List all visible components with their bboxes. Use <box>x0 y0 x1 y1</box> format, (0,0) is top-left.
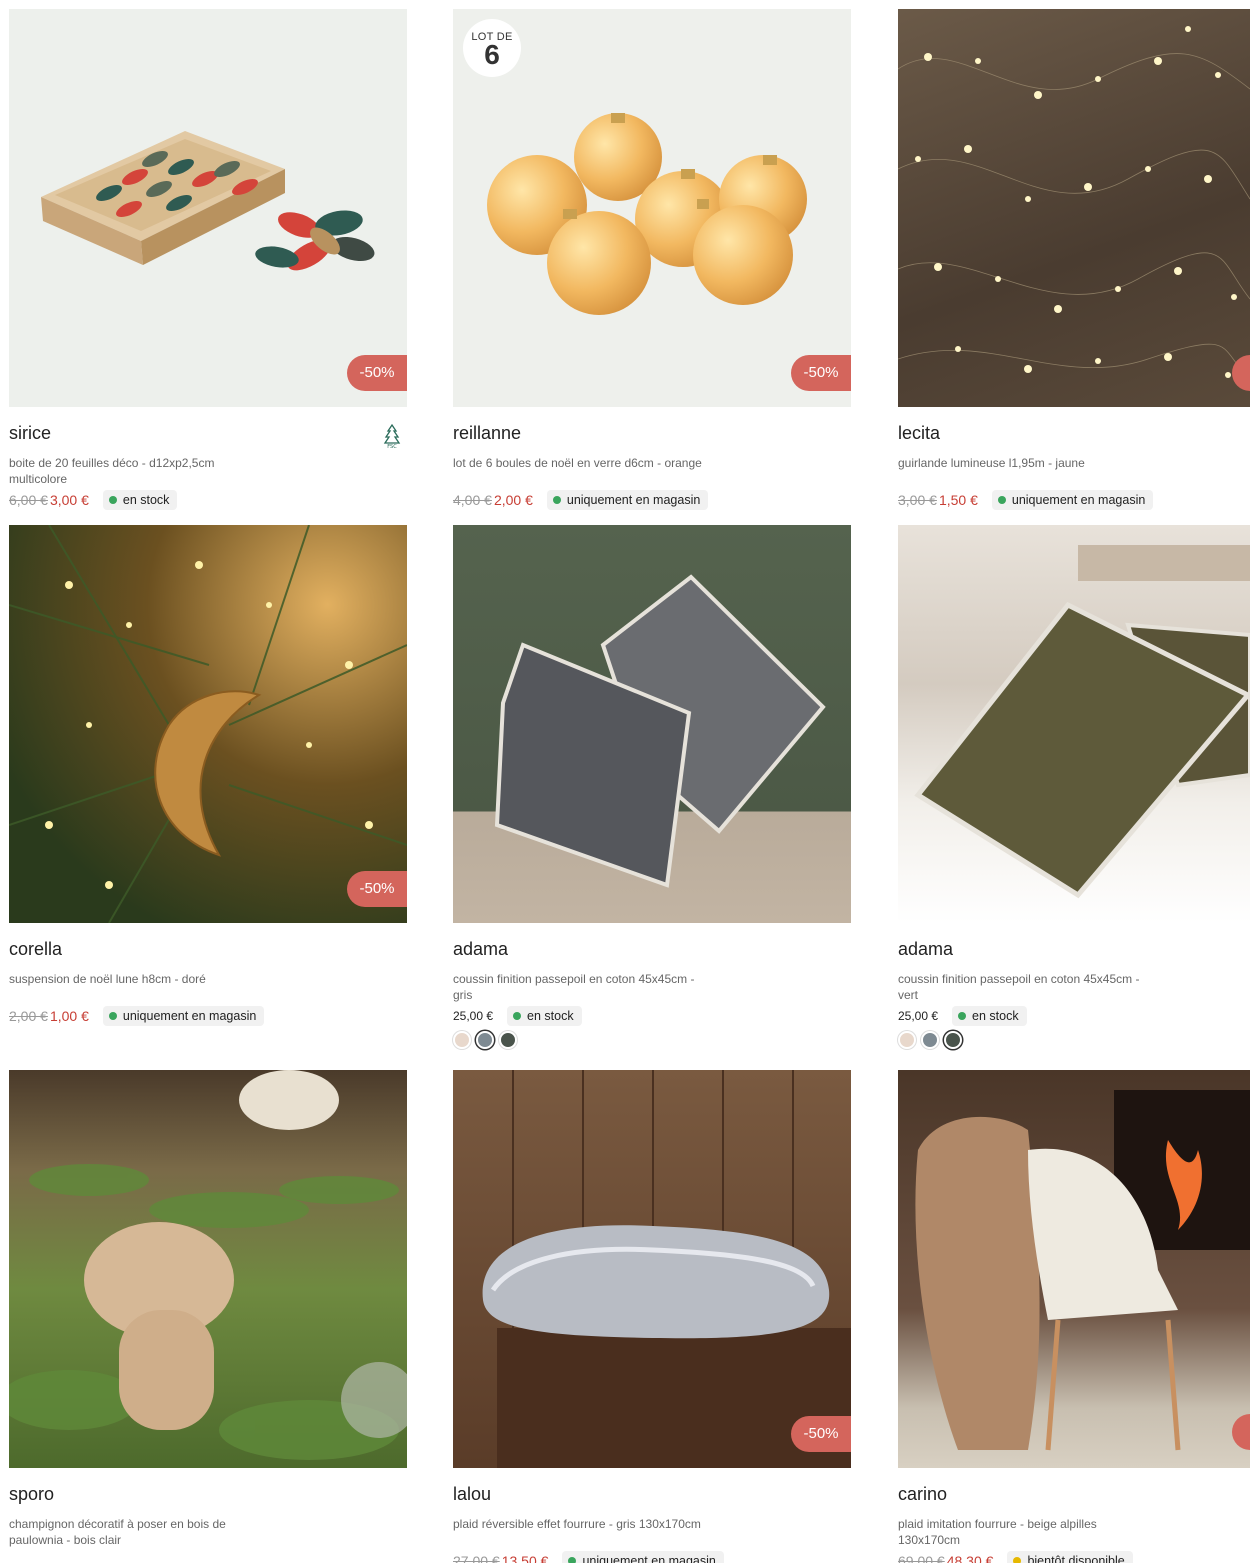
old-price: 2,00 € <box>9 1008 48 1024</box>
product-name[interactable]: carino <box>898 1484 947 1505</box>
product-card[interactable]: carino plaid imitation fourrure - beige … <box>898 1070 1250 1563</box>
stock-badge: bientôt disponible <box>1007 1551 1133 1563</box>
product-card[interactable]: -50% corella suspension de noël lune h8c… <box>9 525 407 1026</box>
folded-plaid-illustration <box>482 1070 851 1468</box>
svg-text:FSC: FSC <box>387 444 397 449</box>
product-name[interactable]: adama <box>898 939 953 960</box>
product-description: plaid imitation fourrure - beige alpille… <box>898 1517 1097 1547</box>
discount-badge: -50% <box>347 355 407 391</box>
stock-dot-icon <box>108 496 117 504</box>
price-row: 2,00 € 1,00 € uniquement en magasin <box>9 1005 265 1027</box>
fairy-lights-illustration <box>898 26 1250 380</box>
stock-dot-icon <box>552 496 561 504</box>
discount-badge: -50% <box>347 871 407 907</box>
ornaments-illustration <box>487 113 807 315</box>
sale-price: 48,30 € <box>946 1553 994 1563</box>
product-image[interactable]: -50% <box>453 1070 851 1468</box>
sale-price: 13,50 € <box>501 1553 549 1563</box>
product-card[interactable]: LOT DE 6 -50% reillanne lot de 6 boules … <box>453 9 851 510</box>
price-row: 3,00 € 1,50 € uniquement en magasin <box>898 489 1154 511</box>
stock-badge: uniquement en magasin <box>546 490 709 510</box>
product-description: lot de 6 boules de noël en verre d6cm - … <box>453 456 702 470</box>
price: 25,00 € <box>453 1009 494 1023</box>
product-description: plaid réversible effet fourrure - gris 1… <box>453 1517 701 1531</box>
discount-badge: -50% <box>791 1416 851 1452</box>
product-name[interactable]: lecita <box>898 423 940 444</box>
product-description: boite de 20 feuilles déco - d12xp2,5cm m… <box>9 456 215 486</box>
product-description: guirlande lumineuse l1,95m - jaune <box>898 456 1085 470</box>
mushroom-illustration <box>9 1070 407 1460</box>
product-name[interactable]: sirice <box>9 423 51 444</box>
swatch-beige[interactable] <box>898 1031 916 1049</box>
product-name[interactable]: sporo <box>9 1484 54 1505</box>
color-swatches <box>898 1031 967 1049</box>
old-price: 27,00 € <box>453 1553 500 1563</box>
sale-price: 3,00 € <box>49 492 89 508</box>
sale-price: 1,00 € <box>49 1008 89 1024</box>
price: 25,00 € <box>898 1009 939 1023</box>
fur-plaid-chair-illustration <box>915 1090 1250 1451</box>
stock-badge: uniquement en magasin <box>102 1006 265 1026</box>
green-cushion-illustration <box>914 545 1250 899</box>
product-image[interactable]: -50% <box>9 9 407 407</box>
product-name[interactable]: adama <box>453 939 508 960</box>
product-description: suspension de noël lune h8cm - doré <box>9 972 206 986</box>
product-image[interactable] <box>9 1070 407 1468</box>
product-card[interactable]: -50% lalou plaid réversible effet fourru… <box>453 1070 851 1563</box>
swatch-beige[interactable] <box>453 1031 471 1049</box>
swatch-grey[interactable] <box>476 1031 494 1049</box>
stock-badge: uniquement en magasin <box>991 490 1154 510</box>
product-name[interactable]: corella <box>9 939 62 960</box>
product-image[interactable] <box>898 9 1250 407</box>
old-price: 4,00 € <box>453 492 492 508</box>
swatch-green[interactable] <box>499 1031 517 1049</box>
swatch-grey[interactable] <box>921 1031 939 1049</box>
price-row: 69,00 € 48,30 € bientôt disponible <box>898 1550 1133 1563</box>
price-row: 6,00 € 3,00 € en stock <box>9 489 178 511</box>
product-card[interactable]: sporo champignon décoratif à poser en bo… <box>9 1070 407 1547</box>
product-image[interactable] <box>898 525 1250 923</box>
sale-price: 1,50 € <box>938 492 978 508</box>
stock-dot-icon <box>513 1012 522 1020</box>
product-card[interactable]: adama coussin finition passepoil en coto… <box>898 525 1250 1049</box>
product-card[interactable]: lecita guirlande lumineuse l1,95m - jaun… <box>898 9 1250 510</box>
product-name[interactable]: reillanne <box>453 423 521 444</box>
product-image[interactable]: LOT DE 6 -50% <box>453 9 851 407</box>
moon-ornament-illustration <box>9 525 407 923</box>
price-row: 25,00 € en stock <box>453 1005 582 1027</box>
stock-badge: en stock <box>952 1006 1027 1026</box>
stock-badge: uniquement en magasin <box>562 1551 724 1563</box>
price-row: 4,00 € 2,00 € uniquement en magasin <box>453 489 709 511</box>
discount-badge: -50% <box>791 355 851 391</box>
stock-dot-icon <box>958 1012 967 1020</box>
sale-price: 2,00 € <box>493 492 533 508</box>
price-row: 27,00 € 13,50 € uniquement en magasin <box>453 1550 724 1563</box>
stock-dot-icon <box>1013 1557 1022 1563</box>
stock-badge: en stock <box>102 490 178 510</box>
product-description: coussin finition passepoil en coton 45x4… <box>898 972 1140 1002</box>
stock-badge: en stock <box>507 1006 582 1026</box>
old-price: 69,00 € <box>898 1553 945 1563</box>
product-image[interactable] <box>898 1070 1250 1468</box>
old-price: 6,00 € <box>9 492 48 508</box>
stock-dot-icon <box>108 1012 117 1020</box>
color-swatches <box>453 1031 522 1049</box>
product-card[interactable]: adama coussin finition passepoil en coto… <box>453 525 851 1049</box>
swatch-green[interactable] <box>944 1031 962 1049</box>
product-card[interactable]: -50% sirice FSC boite de 20 feuilles déc… <box>9 9 407 510</box>
price-row: 25,00 € en stock <box>898 1005 1027 1027</box>
old-price: 3,00 € <box>898 492 937 508</box>
product-image[interactable]: -50% <box>9 525 407 923</box>
product-description: champignon décoratif à poser en bois de … <box>9 1517 226 1547</box>
stock-dot-icon <box>568 1557 577 1563</box>
product-image[interactable] <box>453 525 851 923</box>
product-description: coussin finition passepoil en coton 45x4… <box>453 972 695 1002</box>
grey-cushions-illustration <box>494 574 826 888</box>
stock-dot-icon <box>997 496 1006 504</box>
lot-badge: LOT DE 6 <box>463 19 521 77</box>
product-name[interactable]: lalou <box>453 1484 491 1505</box>
leaves-box-illustration <box>41 131 375 271</box>
fsc-icon: FSC <box>383 423 401 449</box>
